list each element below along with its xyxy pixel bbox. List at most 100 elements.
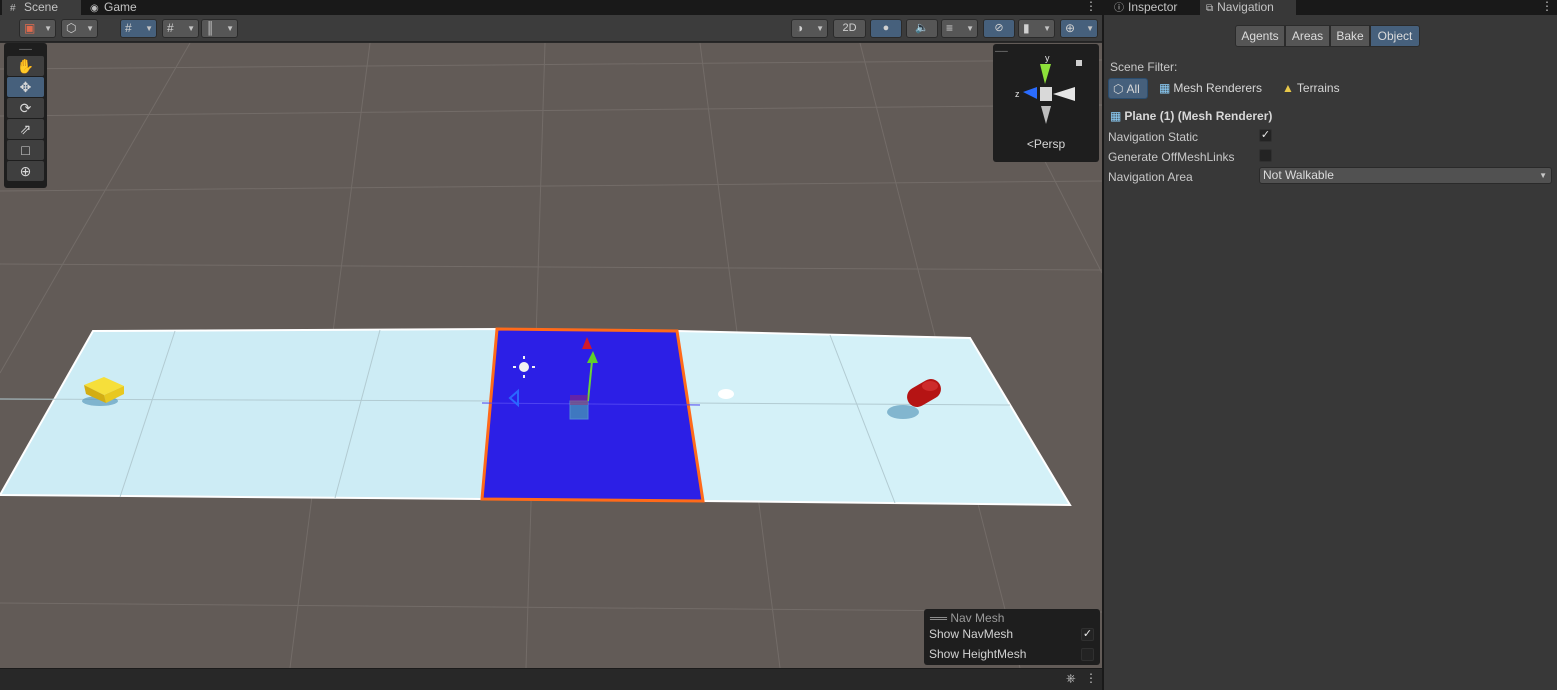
object-title: ▦ Plane (1) (Mesh Renderer) (1110, 109, 1272, 123)
grid-visibility-dropdown[interactable]: # ▼ (162, 19, 199, 38)
show-heightmesh-label: Show HeightMesh (929, 647, 1027, 661)
scene-toolbar: ▣ ▼ ⬡ ▼ # ▼ # ▼ ║ ▼ ◑ ▼ 2D ● 🔈 ≡ ▼ ⊘ ▮ ▼ ⊕ ▼ (0, 15, 1102, 42)
grid-icon: # (10, 3, 16, 14)
render-mode-dropdown[interactable]: ◑ ▼ (791, 19, 828, 38)
chevron-down-icon: ▼ (816, 24, 824, 33)
chevron-down-icon: ▼ (1043, 24, 1051, 33)
segment-object[interactable]: Object (1370, 25, 1420, 47)
projection-text: Persp (1033, 137, 1066, 151)
move-tool[interactable]: ✥ (7, 77, 44, 97)
navigation-static-label: Navigation Static (1108, 130, 1199, 144)
filter-all-button[interactable]: ⬡ All (1108, 78, 1148, 99)
tab-inspector[interactable]: ⓘ Inspector (1108, 0, 1198, 15)
scene-window: # Scene ◉ Game ⋮ ▣ ▼ ⬡ ▼ # ▼ # ▼ ║ ▼ ◑ ▼ 2D ● 🔈 … (0, 0, 1102, 690)
chevron-down-icon: ▼ (86, 24, 94, 33)
mesh-grid-icon: ▦ (1159, 81, 1171, 95)
transform-tool[interactable]: ⊕ (7, 161, 44, 181)
projection-label[interactable]: <Persp (993, 137, 1099, 151)
tab-game[interactable]: ◉ Game (82, 0, 152, 15)
show-navmesh-checkbox[interactable]: ✓ (1081, 628, 1094, 641)
tab-game-label: Game (104, 0, 137, 14)
navmesh-plane-right (675, 329, 1072, 507)
status-menu-icon[interactable]: ⋮ (1085, 671, 1097, 685)
rotate-tool[interactable]: ⟳ (7, 98, 44, 118)
hand-icon: ✋ (16, 58, 35, 74)
orientation-gizmo[interactable]: ── y z <Persp (993, 44, 1099, 162)
grid-snap-toggle[interactable]: # ▼ (120, 19, 157, 38)
tab-scene[interactable]: # Scene (2, 0, 81, 15)
shading-dropdown[interactable]: ⬡ ▼ (61, 19, 98, 38)
scale-tool[interactable]: ⇗ (7, 119, 44, 139)
navigation-area-value: Not Walkable (1263, 168, 1334, 182)
scene-render (0, 43, 1102, 668)
move-icon: ✥ (19, 79, 32, 95)
navmesh-plane (0, 327, 499, 501)
chevron-down-icon: ▼ (187, 24, 195, 33)
toggle-2d-button[interactable]: 2D (833, 19, 866, 38)
segment-agents[interactable]: Agents (1235, 25, 1285, 47)
navmesh-overlay: ══ Nav Mesh Show NavMesh ✓ Show HeightMe… (924, 609, 1100, 665)
navmesh-overlay-title[interactable]: ══ Nav Mesh (930, 611, 1004, 625)
segment-areas[interactable]: Areas (1285, 25, 1330, 47)
generate-offmeshlinks-label: Generate OffMeshLinks (1108, 150, 1235, 164)
filter-terrains-label: Terrains (1296, 81, 1340, 95)
navigation-static-checkbox[interactable]: ✓ (1259, 129, 1272, 142)
unity-editor: # Scene ◉ Game ⋮ ▣ ▼ ⬡ ▼ # ▼ # ▼ ║ ▼ ◑ ▼ 2D ● 🔈 … (0, 0, 1557, 690)
grid-snap-icon: # (125, 21, 132, 35)
terrain-icon: ▲ (1282, 81, 1294, 95)
info-icon: ⓘ (1114, 3, 1124, 14)
lock-icon[interactable]: ⎈ (1066, 671, 1076, 686)
draw-mode-dropdown[interactable]: ▣ ▼ (19, 19, 56, 38)
filter-mesh-renderers-label: Mesh Renderers (1173, 81, 1263, 95)
hidden-objects-toggle[interactable]: ⊘ (983, 19, 1015, 38)
grid-icon: # (167, 21, 174, 35)
scale-icon: ⇗ (19, 121, 32, 137)
layers-icon: ≡ (946, 21, 954, 35)
navigation-icon: ⧉ (1206, 3, 1214, 14)
navigation-window: ⓘ Inspector ⧉ Navigation ⋮ Agents Areas Ba… (1104, 0, 1557, 690)
drag-handle-icon[interactable]: ── (7, 45, 44, 55)
rect-icon: □ (21, 142, 30, 158)
gizmo-icon: ⊕ (1065, 21, 1076, 35)
lighting-toggle[interactable]: ● (870, 19, 902, 38)
navmesh-overlay-title-text: Nav Mesh (950, 611, 1005, 625)
sphere-icon: ◑ (796, 21, 804, 35)
cloud-icon (718, 389, 734, 399)
cube-icon: ⬡ (1113, 82, 1124, 96)
show-heightmesh-checkbox[interactable] (1081, 648, 1094, 661)
generate-offmeshlinks-checkbox[interactable] (1259, 149, 1272, 162)
scene-status-bar: ⎈ ⋮ (0, 668, 1102, 690)
navigation-area-label: Navigation Area (1108, 170, 1193, 184)
hand-tool[interactable]: ✋ (7, 56, 44, 76)
navigation-area-dropdown[interactable]: Not Walkable ▼ (1259, 167, 1552, 184)
axis-z-label: z (1015, 89, 1020, 99)
scene-filter-label: Scene Filter: (1110, 60, 1178, 74)
filter-terrains-button[interactable]: ▲ Terrains (1278, 78, 1348, 99)
show-navmesh-label: Show NavMesh (929, 627, 1014, 641)
chevron-down-icon: ▼ (44, 24, 52, 33)
scene-tabbar: # Scene ◉ Game ⋮ (0, 0, 1102, 15)
svg-text:──: ── (994, 46, 1008, 56)
increment-snap-dropdown[interactable]: ║ ▼ (201, 19, 238, 38)
rect-tool[interactable]: □ (7, 140, 44, 160)
gizmos-dropdown[interactable]: ⊕ ▼ (1060, 19, 1098, 38)
effects-dropdown[interactable]: ≡ ▼ (941, 19, 978, 38)
cube-icon: ⬡ (66, 21, 77, 35)
chevron-down-icon: ▼ (966, 24, 974, 33)
camera-dropdown[interactable]: ▮ ▼ (1018, 19, 1055, 38)
rotate-icon: ⟳ (19, 100, 32, 116)
mesh-grid-icon: ▦ (1110, 109, 1122, 123)
checkmark-icon: ✓ (1260, 129, 1271, 141)
scene-menu-icon[interactable]: ⋮ (1085, 0, 1097, 13)
segment-bake[interactable]: Bake (1330, 25, 1370, 47)
audio-toggle[interactable]: 🔈 (906, 19, 938, 38)
inspector-menu-icon[interactable]: ⋮ (1541, 0, 1553, 13)
tab-inspector-label: Inspector (1128, 0, 1178, 14)
chevron-down-icon: ▼ (1086, 24, 1094, 33)
filter-mesh-renderers-button[interactable]: ▦ Mesh Renderers (1155, 78, 1271, 99)
scene-viewport[interactable] (0, 43, 1102, 668)
speaker-muted-icon: 🔈 (915, 22, 929, 34)
tab-navigation[interactable]: ⧉ Navigation (1200, 0, 1296, 15)
lightbulb-icon: ● (882, 22, 890, 34)
draw-mode-icon: ▣ (24, 21, 36, 35)
